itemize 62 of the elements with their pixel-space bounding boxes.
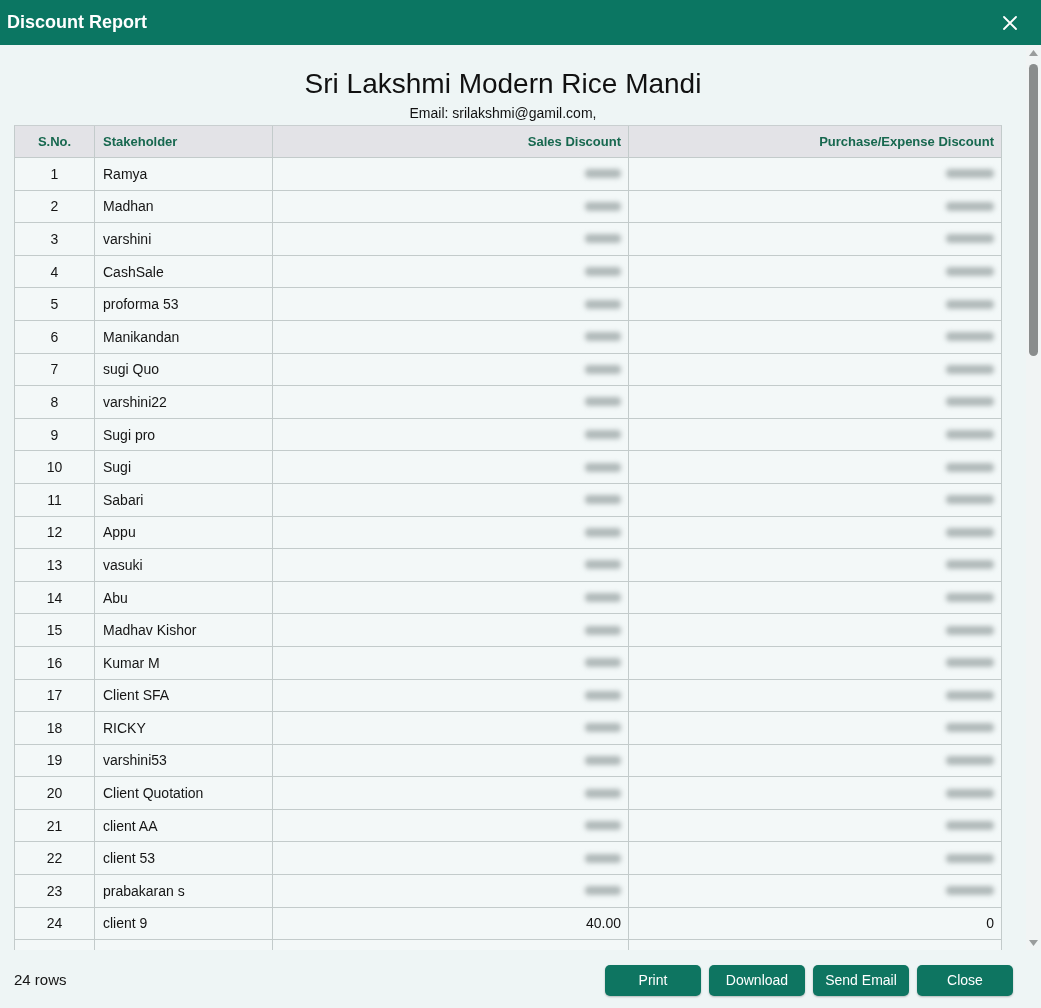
scrollbar-thumb[interactable] — [1029, 64, 1038, 356]
stakeholder-cell: prabakaran s — [95, 875, 273, 907]
stakeholder-cell: Sugi — [95, 451, 273, 483]
serial-number-cell: 9 — [15, 418, 95, 451]
send-email-button[interactable]: Send Email — [813, 964, 909, 996]
stakeholder-cell: varshini53 — [95, 744, 273, 777]
row-count: 24 rows — [14, 970, 67, 988]
serial-number-cell: 24 — [15, 907, 95, 940]
print-button[interactable]: Print — [605, 964, 701, 996]
company-name: Sri Lakshmi Modern Rice Mandi — [304, 68, 702, 100]
stakeholder-cell: Madhav Kishor — [95, 614, 273, 646]
stakeholder-cell: Appu — [95, 516, 273, 549]
stakeholder-cell: varshini — [95, 223, 273, 255]
scroll-up-icon[interactable] — [1029, 50, 1038, 56]
stakeholder-cell: Client Quotation — [95, 777, 273, 809]
serial-number-cell: 10 — [15, 451, 95, 483]
dialog-title: Discount Report — [7, 12, 147, 33]
serial-number-cell: 19 — [15, 744, 95, 777]
stakeholder-cell: proforma 53 — [95, 288, 273, 320]
stakeholder-cell: Client SFA — [95, 679, 273, 712]
stakeholder-cell: client 9 — [95, 907, 273, 940]
scroll-down-icon[interactable] — [1029, 940, 1038, 946]
stakeholder-cell: varshini22 — [95, 386, 273, 418]
stakeholder-cell: Abu — [95, 581, 273, 614]
serial-number-cell: 3 — [15, 223, 95, 255]
serial-number-cell: 15 — [15, 614, 95, 646]
serial-number-cell: 4 — [15, 255, 95, 288]
stakeholder-cell: Manikandan — [95, 320, 273, 353]
serial-number-cell: 7 — [15, 353, 95, 386]
stakeholder-cell: vasuki — [95, 549, 273, 581]
stakeholder-cell: sugi Quo — [95, 353, 273, 386]
serial-number-cell: 11 — [15, 483, 95, 516]
serial-number-cell: 17 — [15, 679, 95, 712]
serial-number-cell: 2 — [15, 190, 95, 223]
stakeholder-cell: Ramya — [95, 158, 273, 190]
serial-number-cell: 23 — [15, 875, 95, 907]
serial-number-cell: 21 — [15, 809, 95, 842]
stakeholder-cell: Sabari — [95, 483, 273, 516]
stakeholder-cell: Sugi pro — [95, 418, 273, 451]
serial-number-cell: 6 — [15, 320, 95, 353]
close-icon[interactable] — [1003, 15, 1017, 30]
serial-number-cell: 18 — [15, 712, 95, 744]
serial-number-cell: 13 — [15, 549, 95, 581]
stakeholder-cell: client AA — [95, 809, 273, 842]
serial-number-cell: 5 — [15, 288, 95, 320]
close-button[interactable]: Close — [917, 964, 1013, 996]
purchase-expense-discount-cell: 0 — [629, 907, 1001, 940]
sales-discount-cell: 40.00 — [273, 907, 629, 940]
company-email: Email: srilakshmi@gamil.com, — [409, 105, 597, 121]
serial-number-cell: 22 — [15, 842, 95, 875]
serial-number-cell: 16 — [15, 646, 95, 679]
serial-number-cell: 8 — [15, 386, 95, 418]
serial-number-cell: 1 — [15, 158, 95, 190]
stakeholder-cell: Madhan — [95, 190, 273, 223]
serial-number-cell: 20 — [15, 777, 95, 809]
stakeholder-cell: Kumar M — [95, 646, 273, 679]
stakeholder-cell: client 53 — [95, 842, 273, 875]
stakeholder-cell: CashSale — [95, 255, 273, 288]
serial-number-cell: 14 — [15, 581, 95, 614]
serial-number-cell: 12 — [15, 516, 95, 549]
download-button[interactable]: Download — [709, 964, 805, 996]
stakeholder-cell: RICKY — [95, 712, 273, 744]
